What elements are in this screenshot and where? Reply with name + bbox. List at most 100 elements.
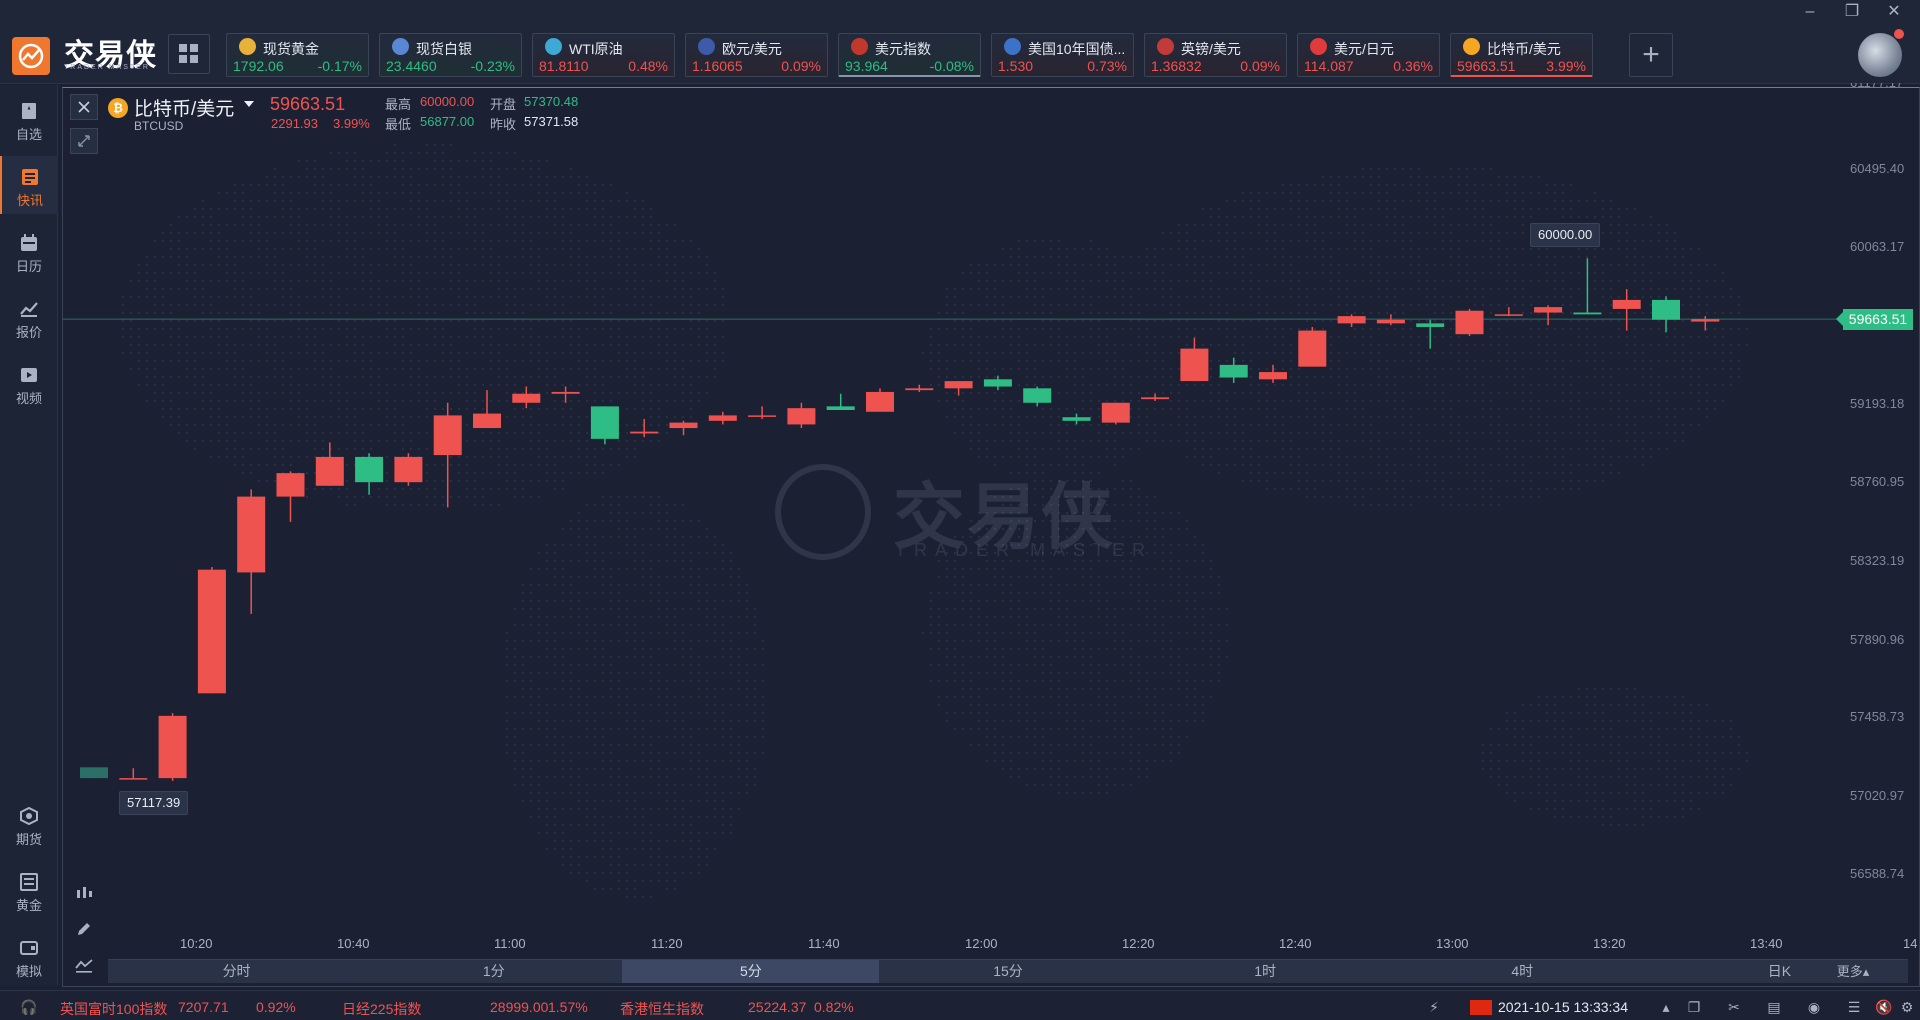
settings-icon[interactable]: ⚙ bbox=[1898, 998, 1916, 1016]
period-tab[interactable]: 5分 bbox=[622, 960, 880, 983]
candle[interactable] bbox=[473, 390, 501, 429]
candle[interactable] bbox=[708, 411, 737, 425]
y-tick-label: 60495.40 bbox=[1850, 161, 1905, 176]
candlestick-chart[interactable] bbox=[0, 0, 1920, 1020]
headset-icon[interactable]: 🎧 bbox=[20, 998, 38, 1016]
candle[interactable] bbox=[630, 419, 659, 438]
candle-body bbox=[1612, 299, 1641, 309]
symbol-code: BTCUSD bbox=[134, 119, 184, 133]
candle-body bbox=[158, 715, 187, 779]
candle[interactable] bbox=[1534, 305, 1563, 326]
candle-body bbox=[1691, 319, 1720, 322]
y-tick-label-partial: 61177.17 bbox=[1850, 83, 1903, 91]
candle[interactable] bbox=[1416, 319, 1445, 349]
candle[interactable] bbox=[276, 471, 305, 522]
low-value: 56877.00 bbox=[420, 114, 475, 129]
candle[interactable] bbox=[748, 406, 777, 420]
candle-body bbox=[983, 379, 1012, 387]
candle-body bbox=[1259, 372, 1287, 380]
x-tick-label: 12:40 bbox=[1279, 936, 1312, 951]
candle-body bbox=[433, 415, 462, 456]
list-icon[interactable]: ☰ bbox=[1845, 998, 1863, 1016]
symbol-name[interactable]: 比特币/美元 bbox=[134, 94, 234, 121]
index-name: 英国富时100指数 bbox=[60, 1001, 168, 1017]
candle[interactable] bbox=[197, 566, 226, 694]
mute-icon[interactable]: 🔇 bbox=[1875, 998, 1893, 1016]
candle[interactable] bbox=[826, 393, 855, 410]
chart-type-button[interactable] bbox=[72, 953, 96, 977]
period-tab[interactable]: 1分 bbox=[365, 960, 622, 983]
tools-icon[interactable]: ✂ bbox=[1725, 998, 1743, 1016]
candle[interactable] bbox=[1455, 308, 1484, 336]
x-tick-label: 10:20 bbox=[180, 936, 213, 951]
last-price: 59663.51 bbox=[270, 94, 346, 114]
shrink-chart-button[interactable] bbox=[70, 128, 98, 154]
candle-body bbox=[315, 456, 344, 486]
candle-body bbox=[944, 381, 973, 389]
candle[interactable] bbox=[1180, 337, 1209, 382]
candle-body bbox=[1219, 364, 1248, 378]
window-icon[interactable]: ❐ bbox=[1685, 998, 1703, 1016]
close-icon bbox=[78, 101, 90, 113]
x-tick-label: 11:20 bbox=[651, 936, 683, 951]
candle[interactable] bbox=[80, 767, 108, 779]
candle[interactable] bbox=[433, 402, 462, 508]
candle[interactable] bbox=[1141, 393, 1170, 401]
change-absolute: 2291.93 bbox=[271, 116, 318, 131]
candle-body bbox=[708, 415, 737, 421]
candle[interactable] bbox=[1062, 413, 1091, 425]
candle[interactable] bbox=[1494, 307, 1523, 317]
indicator-button[interactable] bbox=[72, 881, 96, 905]
candle[interactable] bbox=[866, 388, 894, 412]
candle[interactable] bbox=[905, 384, 934, 392]
candle[interactable] bbox=[944, 381, 973, 396]
candle[interactable] bbox=[512, 386, 541, 409]
y-tick-label: 56588.74 bbox=[1850, 866, 1905, 881]
candle-body bbox=[1416, 323, 1445, 327]
candle[interactable] bbox=[1337, 314, 1366, 327]
candle[interactable] bbox=[669, 420, 698, 436]
candle[interactable] bbox=[1298, 326, 1327, 367]
close-chart-button[interactable] bbox=[70, 94, 98, 120]
draw-tool-button[interactable] bbox=[72, 917, 96, 941]
period-tab[interactable]: 分时 bbox=[108, 960, 365, 983]
period-tab[interactable]: 1时 bbox=[1137, 960, 1394, 983]
china-flag-icon bbox=[1470, 1000, 1492, 1015]
period-tab[interactable]: 15分 bbox=[879, 960, 1136, 983]
candle[interactable] bbox=[119, 768, 148, 780]
candle-body bbox=[119, 778, 148, 780]
min-price-label: 57117.39 bbox=[119, 791, 189, 815]
candle[interactable] bbox=[1259, 364, 1287, 383]
period-tab[interactable]: 4时 bbox=[1394, 960, 1651, 983]
candle[interactable] bbox=[237, 489, 266, 614]
candle[interactable] bbox=[1023, 386, 1052, 407]
layout-icon[interactable]: ▤ bbox=[1765, 998, 1783, 1016]
candle[interactable] bbox=[1612, 289, 1641, 331]
x-tick-label-partial: 14 bbox=[1903, 936, 1918, 951]
expand-up-icon[interactable]: ▴ bbox=[1657, 998, 1675, 1016]
candle-body bbox=[669, 422, 698, 429]
candle[interactable] bbox=[1101, 402, 1130, 425]
index-name: 香港恒生指数 bbox=[620, 1001, 704, 1017]
open-value: 57370.48 bbox=[524, 94, 579, 109]
index-change: 0.92% bbox=[256, 999, 296, 1015]
connection-icon[interactable]: ⚡ bbox=[1425, 998, 1443, 1016]
candle[interactable] bbox=[394, 453, 423, 486]
camera-icon[interactable]: ◉ bbox=[1805, 998, 1823, 1016]
x-tick-label: 10:40 bbox=[337, 936, 370, 951]
candle-body bbox=[1023, 388, 1052, 403]
symbol-dropdown-icon[interactable] bbox=[244, 101, 254, 107]
candle[interactable] bbox=[158, 713, 187, 781]
candle[interactable] bbox=[1573, 258, 1602, 315]
more-periods-button[interactable]: 更多▴ bbox=[1798, 960, 1908, 984]
candle-body bbox=[1180, 348, 1209, 382]
y-tick-label: 57020.97 bbox=[1850, 788, 1905, 803]
candle-body bbox=[1376, 319, 1405, 324]
candle[interactable] bbox=[787, 402, 816, 429]
candle-body bbox=[1455, 310, 1484, 335]
candle[interactable] bbox=[1376, 314, 1405, 326]
candle-body bbox=[1062, 417, 1091, 421]
candle[interactable] bbox=[983, 375, 1012, 391]
candle[interactable] bbox=[1652, 296, 1680, 333]
candle[interactable] bbox=[590, 406, 619, 445]
